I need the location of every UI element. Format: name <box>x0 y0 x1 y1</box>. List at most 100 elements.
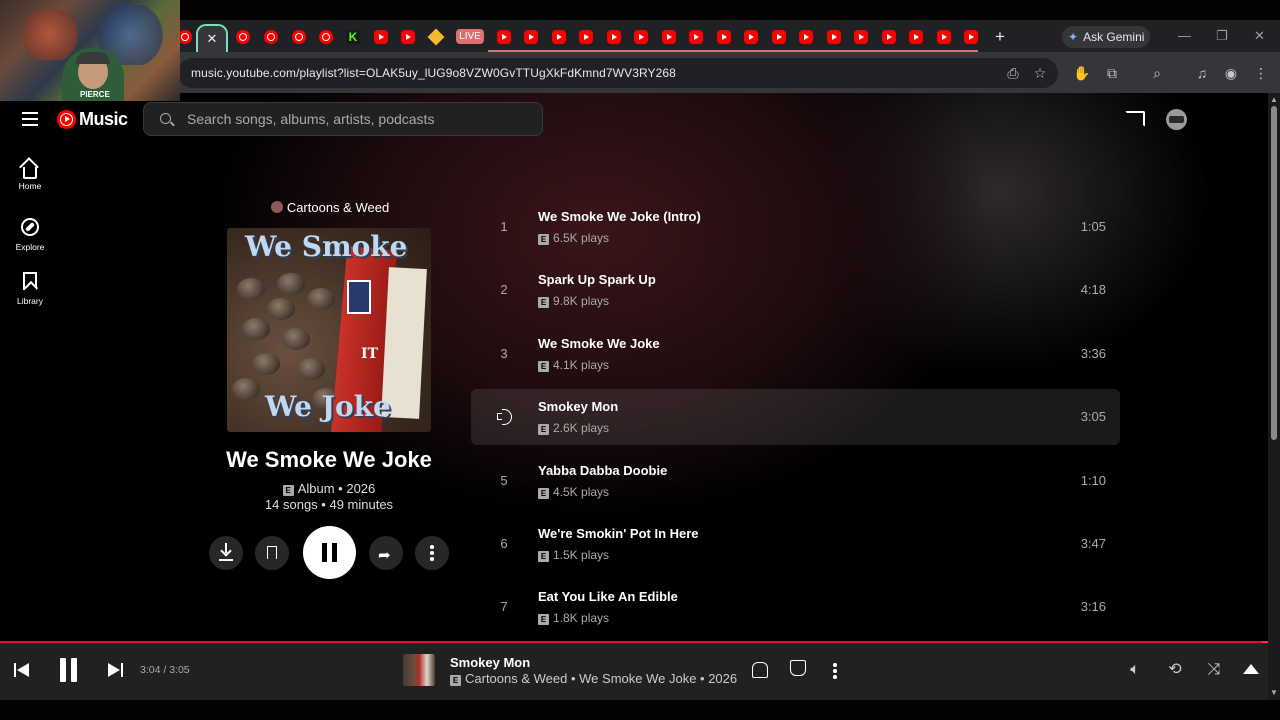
ask-gemini-label: Ask Gemini <box>1083 30 1145 44</box>
tab-youtube-icon[interactable] <box>552 30 566 44</box>
close-window-button[interactable]: ✕ <box>1254 28 1265 44</box>
tab-youtube-music-icon[interactable] <box>319 30 333 44</box>
install-app-icon[interactable]: ⎙ <box>1004 64 1022 82</box>
tab-youtube-icon[interactable] <box>497 30 511 44</box>
download-button[interactable] <box>209 536 243 570</box>
progress-fill[interactable] <box>0 641 1262 643</box>
sidebar-item-label: Explore <box>15 242 45 252</box>
now-playing-title[interactable]: Smokey Mon <box>450 655 530 670</box>
account-avatar[interactable] <box>1166 109 1187 130</box>
scroll-down-arrow-icon[interactable]: ▼ <box>1270 688 1278 697</box>
track-title[interactable]: Spark Up Spark Up <box>538 272 656 287</box>
tab-youtube-icon[interactable] <box>662 30 676 44</box>
tab-live-badge[interactable]: LIVE <box>456 29 484 44</box>
track-number: 6 <box>500 536 508 551</box>
url-text[interactable]: music.youtube.com/playlist?list=OLAK5uy_… <box>191 66 676 80</box>
tab-youtube-icon[interactable] <box>854 30 868 44</box>
sidebar-item-library[interactable]: Library <box>8 272 52 306</box>
repeat-icon[interactable]: ⟲ <box>1166 661 1184 679</box>
media-controls-icon[interactable]: ♫ <box>1193 64 1211 82</box>
scrollbar-thumb[interactable] <box>1271 106 1277 440</box>
track-row[interactable]: 5 Yabba Dabba Doobie E 4.5K plays 1:10 <box>471 453 1120 509</box>
player-pause-icon[interactable] <box>58 658 80 684</box>
explicit-icon: E <box>538 361 549 372</box>
previous-track-icon[interactable] <box>14 662 30 678</box>
tab-youtube-music-icon[interactable] <box>236 30 250 44</box>
tab-youtube-music-icon[interactable] <box>264 30 278 44</box>
track-title[interactable]: We Smoke We Joke <box>538 336 660 351</box>
tab-search-icon[interactable]: ⌕ <box>1148 64 1166 82</box>
save-to-library-button[interactable] <box>255 536 289 570</box>
hamburger-menu-icon[interactable] <box>22 112 38 126</box>
tab-youtube-music-icon[interactable] <box>178 30 192 44</box>
tab-youtube-icon[interactable] <box>909 30 923 44</box>
player-more-icon[interactable] <box>833 663 837 681</box>
tab-youtube-icon[interactable] <box>772 30 786 44</box>
browser-menu-icon[interactable]: ⋮ <box>1252 64 1270 82</box>
search-box[interactable] <box>143 102 543 136</box>
tab-youtube-icon[interactable] <box>827 30 841 44</box>
track-row-now-playing[interactable]: Smokey Mon E 2.6K plays 3:05 <box>471 389 1120 445</box>
playback-time: 3:04 / 3:05 <box>140 664 190 676</box>
volume-icon[interactable]: 🔈︎ <box>1126 661 1144 679</box>
profile-avatar-icon[interactable]: ◉ <box>1222 64 1240 82</box>
track-title[interactable]: Eat You Like An Edible <box>538 589 678 604</box>
expand-player-icon[interactable] <box>1243 664 1259 674</box>
track-title[interactable]: We Smoke We Joke (Intro) <box>538 209 701 224</box>
tab-youtube-icon[interactable] <box>964 30 978 44</box>
tab-youtube-icon[interactable] <box>524 30 538 44</box>
now-playing-subtitle[interactable]: E Cartoons & Weed • We Smoke We Joke • 20… <box>450 671 737 686</box>
tab-youtube-icon[interactable] <box>937 30 951 44</box>
track-number: 3 <box>500 346 508 361</box>
tab-youtube-icon[interactable] <box>799 30 813 44</box>
tab-youtube-icon[interactable] <box>717 30 731 44</box>
dislike-icon[interactable] <box>752 662 768 678</box>
explicit-icon: E <box>538 614 549 625</box>
next-track-icon[interactable] <box>107 662 123 678</box>
restore-button[interactable]: ❐ <box>1216 28 1228 44</box>
now-playing-subtitle-text[interactable]: Cartoons & Weed • We Smoke We Joke • 202… <box>465 671 737 686</box>
ytmusic-logo[interactable]: Music <box>57 109 128 130</box>
track-row[interactable]: 7 Eat You Like An Edible E 1.8K plays 3:1… <box>471 579 1120 635</box>
track-row[interactable]: 1 We Smoke We Joke (Intro) E 6.5K plays 1… <box>471 199 1120 255</box>
tab-kick-icon[interactable]: K <box>346 30 360 44</box>
now-playing-thumbnail[interactable] <box>403 654 435 686</box>
track-title[interactable]: We're Smokin' Pot In Here <box>538 526 699 541</box>
bookmark-star-icon[interactable]: ☆ <box>1031 64 1049 82</box>
tab-youtube-icon[interactable] <box>689 30 703 44</box>
explicit-icon: E <box>538 297 549 308</box>
sidebar-item-explore[interactable]: Explore <box>8 218 52 252</box>
new-tab-button[interactable]: + <box>992 27 1008 47</box>
sidebar-item-home[interactable]: Home <box>8 163 52 191</box>
now-playing-speaker-icon[interactable] <box>497 409 513 425</box>
tab-youtube-music-icon[interactable] <box>292 30 306 44</box>
tab-active-close-icon[interactable]: ✕ <box>198 26 226 52</box>
tab-youtube-icon[interactable] <box>401 30 415 44</box>
shuffle-icon[interactable]: ⤨ <box>1205 661 1223 679</box>
explicit-icon: E <box>450 675 461 686</box>
tab-youtube-icon[interactable] <box>882 30 896 44</box>
like-icon[interactable] <box>790 660 806 676</box>
tab-youtube-icon[interactable] <box>579 30 593 44</box>
gemini-sparkle-icon: ✦ <box>1068 30 1079 44</box>
album-pause-button[interactable] <box>303 526 356 579</box>
extension-hand-icon[interactable]: ✋ <box>1073 64 1091 82</box>
tab-youtube-icon[interactable] <box>634 30 648 44</box>
track-row[interactable]: 3 We Smoke We Joke E 4.1K plays 3:36 <box>471 326 1120 382</box>
tab-youtube-icon[interactable] <box>374 30 388 44</box>
album-more-button[interactable] <box>415 536 449 570</box>
track-title[interactable]: Smokey Mon <box>538 399 618 414</box>
search-input[interactable] <box>187 103 527 135</box>
cast-icon[interactable] <box>1125 111 1145 127</box>
tab-youtube-icon[interactable] <box>744 30 758 44</box>
track-row[interactable]: 6 We're Smokin' Pot In Here E 1.5K plays … <box>471 516 1120 572</box>
ask-gemini-button[interactable]: ✦ Ask Gemini <box>1062 26 1150 48</box>
minimize-button[interactable]: — <box>1178 28 1191 43</box>
share-button[interactable]: ➦ <box>369 536 403 570</box>
track-title[interactable]: Yabba Dabba Doobie <box>538 463 667 478</box>
tab-youtube-icon[interactable] <box>607 30 621 44</box>
scroll-up-arrow-icon[interactable]: ▲ <box>1270 95 1278 104</box>
track-row[interactable]: 2 Spark Up Spark Up E 9.8K plays 4:18 <box>471 262 1120 318</box>
extensions-puzzle-icon[interactable]: ⧉ <box>1103 64 1121 82</box>
album-artist-link[interactable]: Cartoons & Weed <box>230 200 430 215</box>
